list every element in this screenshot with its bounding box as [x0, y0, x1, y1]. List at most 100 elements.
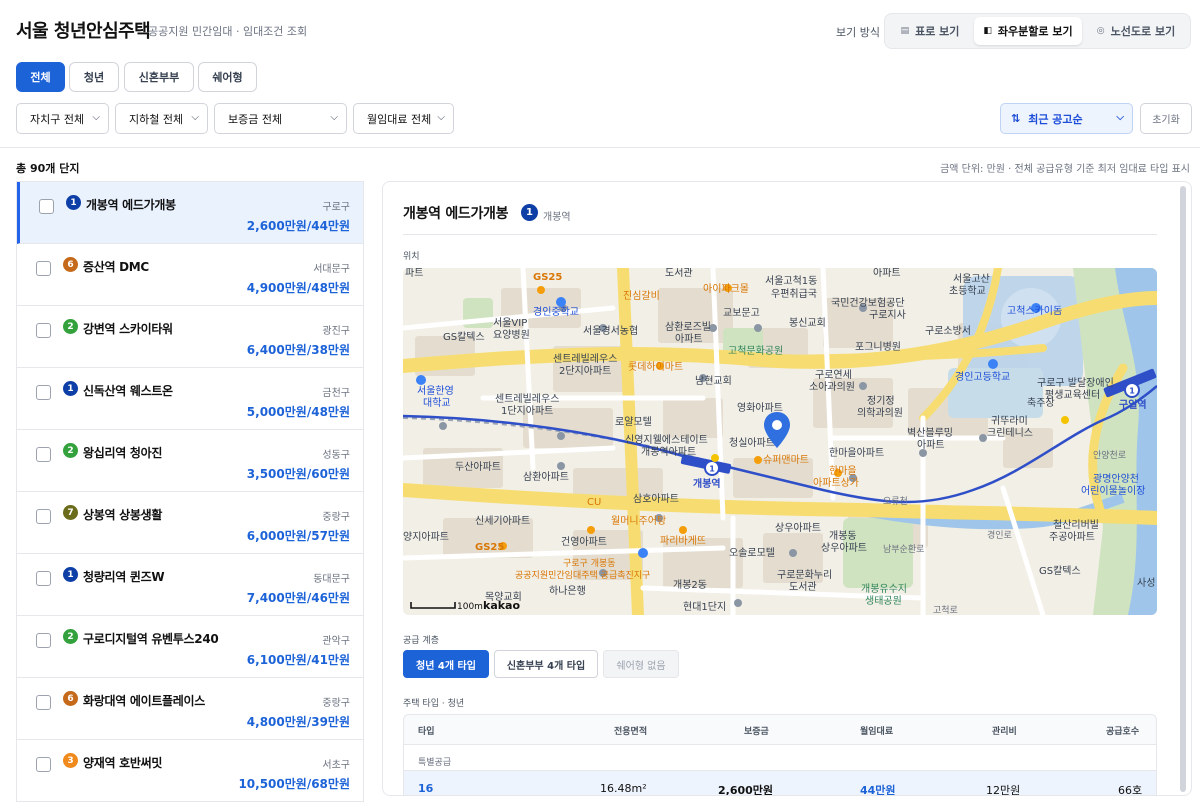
svg-text:삼환아파트: 삼환아파트	[523, 471, 569, 483]
svg-text:포그니병원: 포그니병원	[855, 341, 901, 353]
list-item[interactable]: 6 화랑대역 에이트플레이스 중랑구 4,800만원/39만원	[17, 678, 363, 740]
route-map-icon: ◎	[1096, 26, 1105, 36]
svg-text:삼호아파트: 삼호아파트	[633, 493, 679, 505]
svg-text:GS25: GS25	[533, 272, 562, 283]
svg-text:GS25: GS25	[475, 542, 504, 553]
svg-text:대학교: 대학교	[423, 397, 451, 409]
housing-type-label: 주택 타입 · 청년	[403, 699, 465, 709]
table-cell-rent: 44만원	[860, 784, 896, 796]
svg-text:슈퍼맨마트: 슈퍼맨마트	[763, 454, 809, 466]
newlyweds-supply-button[interactable]: 신혼부부 4개 타입	[494, 650, 598, 678]
subway-select-value: 지하철 전체	[129, 112, 184, 126]
list-item[interactable]: 2 구로디지털역 유벤투스240 관악구 6,100만원/41만원	[17, 616, 363, 678]
select-checkbox[interactable]	[36, 757, 51, 772]
svg-text:남부순환로: 남부순환로	[883, 543, 924, 555]
svg-text:요양병원: 요양병원	[493, 329, 530, 341]
tab-all[interactable]: 전체	[16, 62, 65, 92]
svg-text:2단지아파트: 2단지아파트	[559, 365, 611, 377]
select-checkbox[interactable]	[36, 447, 51, 462]
listing-price: 6,400만원/38만원	[246, 343, 350, 357]
tab-share[interactable]: 쉐어형	[198, 62, 257, 92]
svg-text:어린이물놀이장: 어린이물놀이장	[1081, 485, 1145, 497]
select-checkbox[interactable]	[39, 199, 54, 214]
list-item[interactable]: 2 왕십리역 청아진 성동구 3,500만원/60만원	[17, 430, 363, 492]
district-select-value: 자치구 전체	[30, 112, 85, 126]
select-checkbox[interactable]	[36, 633, 51, 648]
page-subtitle: 공공지원 민간임대 · 임대조건 조회	[148, 25, 308, 38]
select-checkbox[interactable]	[36, 571, 51, 586]
svg-text:상우아파트: 상우아파트	[821, 542, 867, 554]
table-header-area: 전용면적	[614, 727, 648, 737]
list-item[interactable]: 3 양재역 호반써밋 서초구 10,500만원/68만원	[17, 740, 363, 802]
listing-name: 강변역 스카이타워	[83, 322, 173, 336]
chevron-down-icon: ⌵	[92, 112, 100, 123]
reset-button[interactable]: 초기화	[1140, 103, 1192, 134]
list-item[interactable]: 7 상봉역 상봉생활 중랑구 6,000만원/57만원	[17, 492, 363, 554]
housing-type-table: 타입 전용면적 보증금 월임대료 관리비 공급호수 특별공급 16 16.48m…	[403, 714, 1157, 796]
select-checkbox[interactable]	[36, 261, 51, 276]
listing-name: 개봉역 에드가개봉	[86, 198, 176, 212]
listing-price: 6,100만원/41만원	[246, 653, 350, 667]
view-mode-label: 보기 방식	[836, 26, 880, 39]
split-view-icon: ◧	[983, 26, 992, 36]
listing-name: 왕십리역 청아진	[83, 446, 163, 460]
tab-newlyweds[interactable]: 신혼부부	[124, 62, 194, 92]
detail-scrollbar[interactable]	[1180, 186, 1186, 792]
svg-text:100m: 100m	[457, 602, 483, 612]
svg-text:진심갈비: 진심갈비	[623, 289, 660, 302]
select-checkbox[interactable]	[36, 385, 51, 400]
rent-select[interactable]: 월임대료 전체 ⌵	[353, 103, 454, 134]
listing-price: 5,000만원/48만원	[246, 405, 350, 419]
sort-select[interactable]: ⇅ 최근 공고순 ⌵	[1000, 103, 1133, 134]
svg-text:서울VIP: 서울VIP	[493, 317, 527, 329]
table-cell-type: 16	[418, 782, 434, 795]
svg-text:구로지사: 구로지사	[869, 309, 906, 321]
svg-text:귀뚜라미: 귀뚜라미	[991, 415, 1028, 427]
route-map-view-button[interactable]: ◎ 노선도로 보기	[1084, 17, 1188, 45]
list-item[interactable]: 1 청량리역 퀸즈W 동대문구 7,400만원/46만원	[17, 554, 363, 616]
listing-name: 증산역 DMC	[83, 260, 149, 274]
svg-text:크린테니스: 크린테니스	[987, 427, 1033, 439]
select-checkbox[interactable]	[36, 695, 51, 710]
youth-supply-button[interactable]: 청년 4개 타입	[403, 650, 489, 678]
line-badge: 6	[63, 691, 78, 706]
svg-text:소아과의원: 소아과의원	[809, 381, 855, 393]
line-badge: 2	[63, 319, 78, 334]
line-badge: 1	[521, 204, 538, 221]
listing-price: 7,400만원/46만원	[246, 591, 350, 605]
listing-district: 동대문구	[313, 574, 350, 585]
svg-text:경인중학교: 경인중학교	[533, 305, 579, 318]
svg-text:서울경서농협: 서울경서농협	[583, 324, 638, 337]
table-cell-area: 16.48m²	[600, 782, 647, 795]
svg-text:국민건강보험공단: 국민건강보험공단	[831, 297, 905, 309]
list-item[interactable]: 6 증산역 DMC 서대문구 4,900만원/48만원	[17, 244, 363, 306]
select-checkbox[interactable]	[36, 323, 51, 338]
select-checkbox[interactable]	[36, 509, 51, 524]
listing-district: 광진구	[322, 326, 350, 337]
detail-divider	[403, 234, 1157, 235]
table-cell-units: 66호	[1118, 784, 1143, 796]
list-item[interactable]: 1 개봉역 에드가개봉 구로구 2,600만원/44만원	[17, 182, 363, 244]
district-select[interactable]: 자치구 전체 ⌵	[16, 103, 109, 134]
svg-text:고척문화공원: 고척문화공원	[728, 345, 783, 357]
subway-select[interactable]: 지하철 전체 ⌵	[115, 103, 208, 134]
line-badge: 2	[63, 443, 78, 458]
line-badge: 1	[63, 567, 78, 582]
svg-text:철산리버빌: 철산리버빌	[1053, 519, 1099, 531]
list-item[interactable]: 1 신독산역 웨스트온 금천구 5,000만원/48만원	[17, 368, 363, 430]
location-map[interactable]: 1 1 파트 GS25 도서관 서울고척1동 우편취급국 아이파크몰 아파트 서…	[403, 268, 1157, 615]
table-view-button[interactable]: ▤ 표로 보기	[888, 17, 972, 45]
listing-list: 1 개봉역 에드가개봉 구로구 2,600만원/44만원 6 증산역 DMC 서대문구 4,9…	[16, 181, 364, 802]
table-header-deposit: 보증금	[744, 727, 769, 737]
svg-text:삼환로즈빌: 삼환로즈빌	[665, 321, 711, 333]
list-item[interactable]: 2 강변역 스카이타워 광진구 6,400만원/38만원	[17, 306, 363, 368]
split-view-label: 좌우분할로 보기	[997, 25, 1073, 38]
table-row[interactable]: 16 16.48m² 2,600만원 44만원 12만원 66호	[404, 770, 1156, 796]
deposit-select[interactable]: 보증금 전체 ⌵	[214, 103, 347, 134]
table-view-label: 표로 보기	[915, 25, 960, 38]
app-header: 서울 청년안심주택 공공지원 민간임대 · 임대조건 조회 보기 방식 ▤ 표로…	[0, 0, 1200, 62]
split-view-button[interactable]: ◧ 좌우분할로 보기	[974, 17, 1082, 45]
listing-district: 관악구	[322, 636, 350, 647]
location-label: 위치	[403, 252, 420, 262]
tab-youth[interactable]: 청년	[69, 62, 119, 92]
